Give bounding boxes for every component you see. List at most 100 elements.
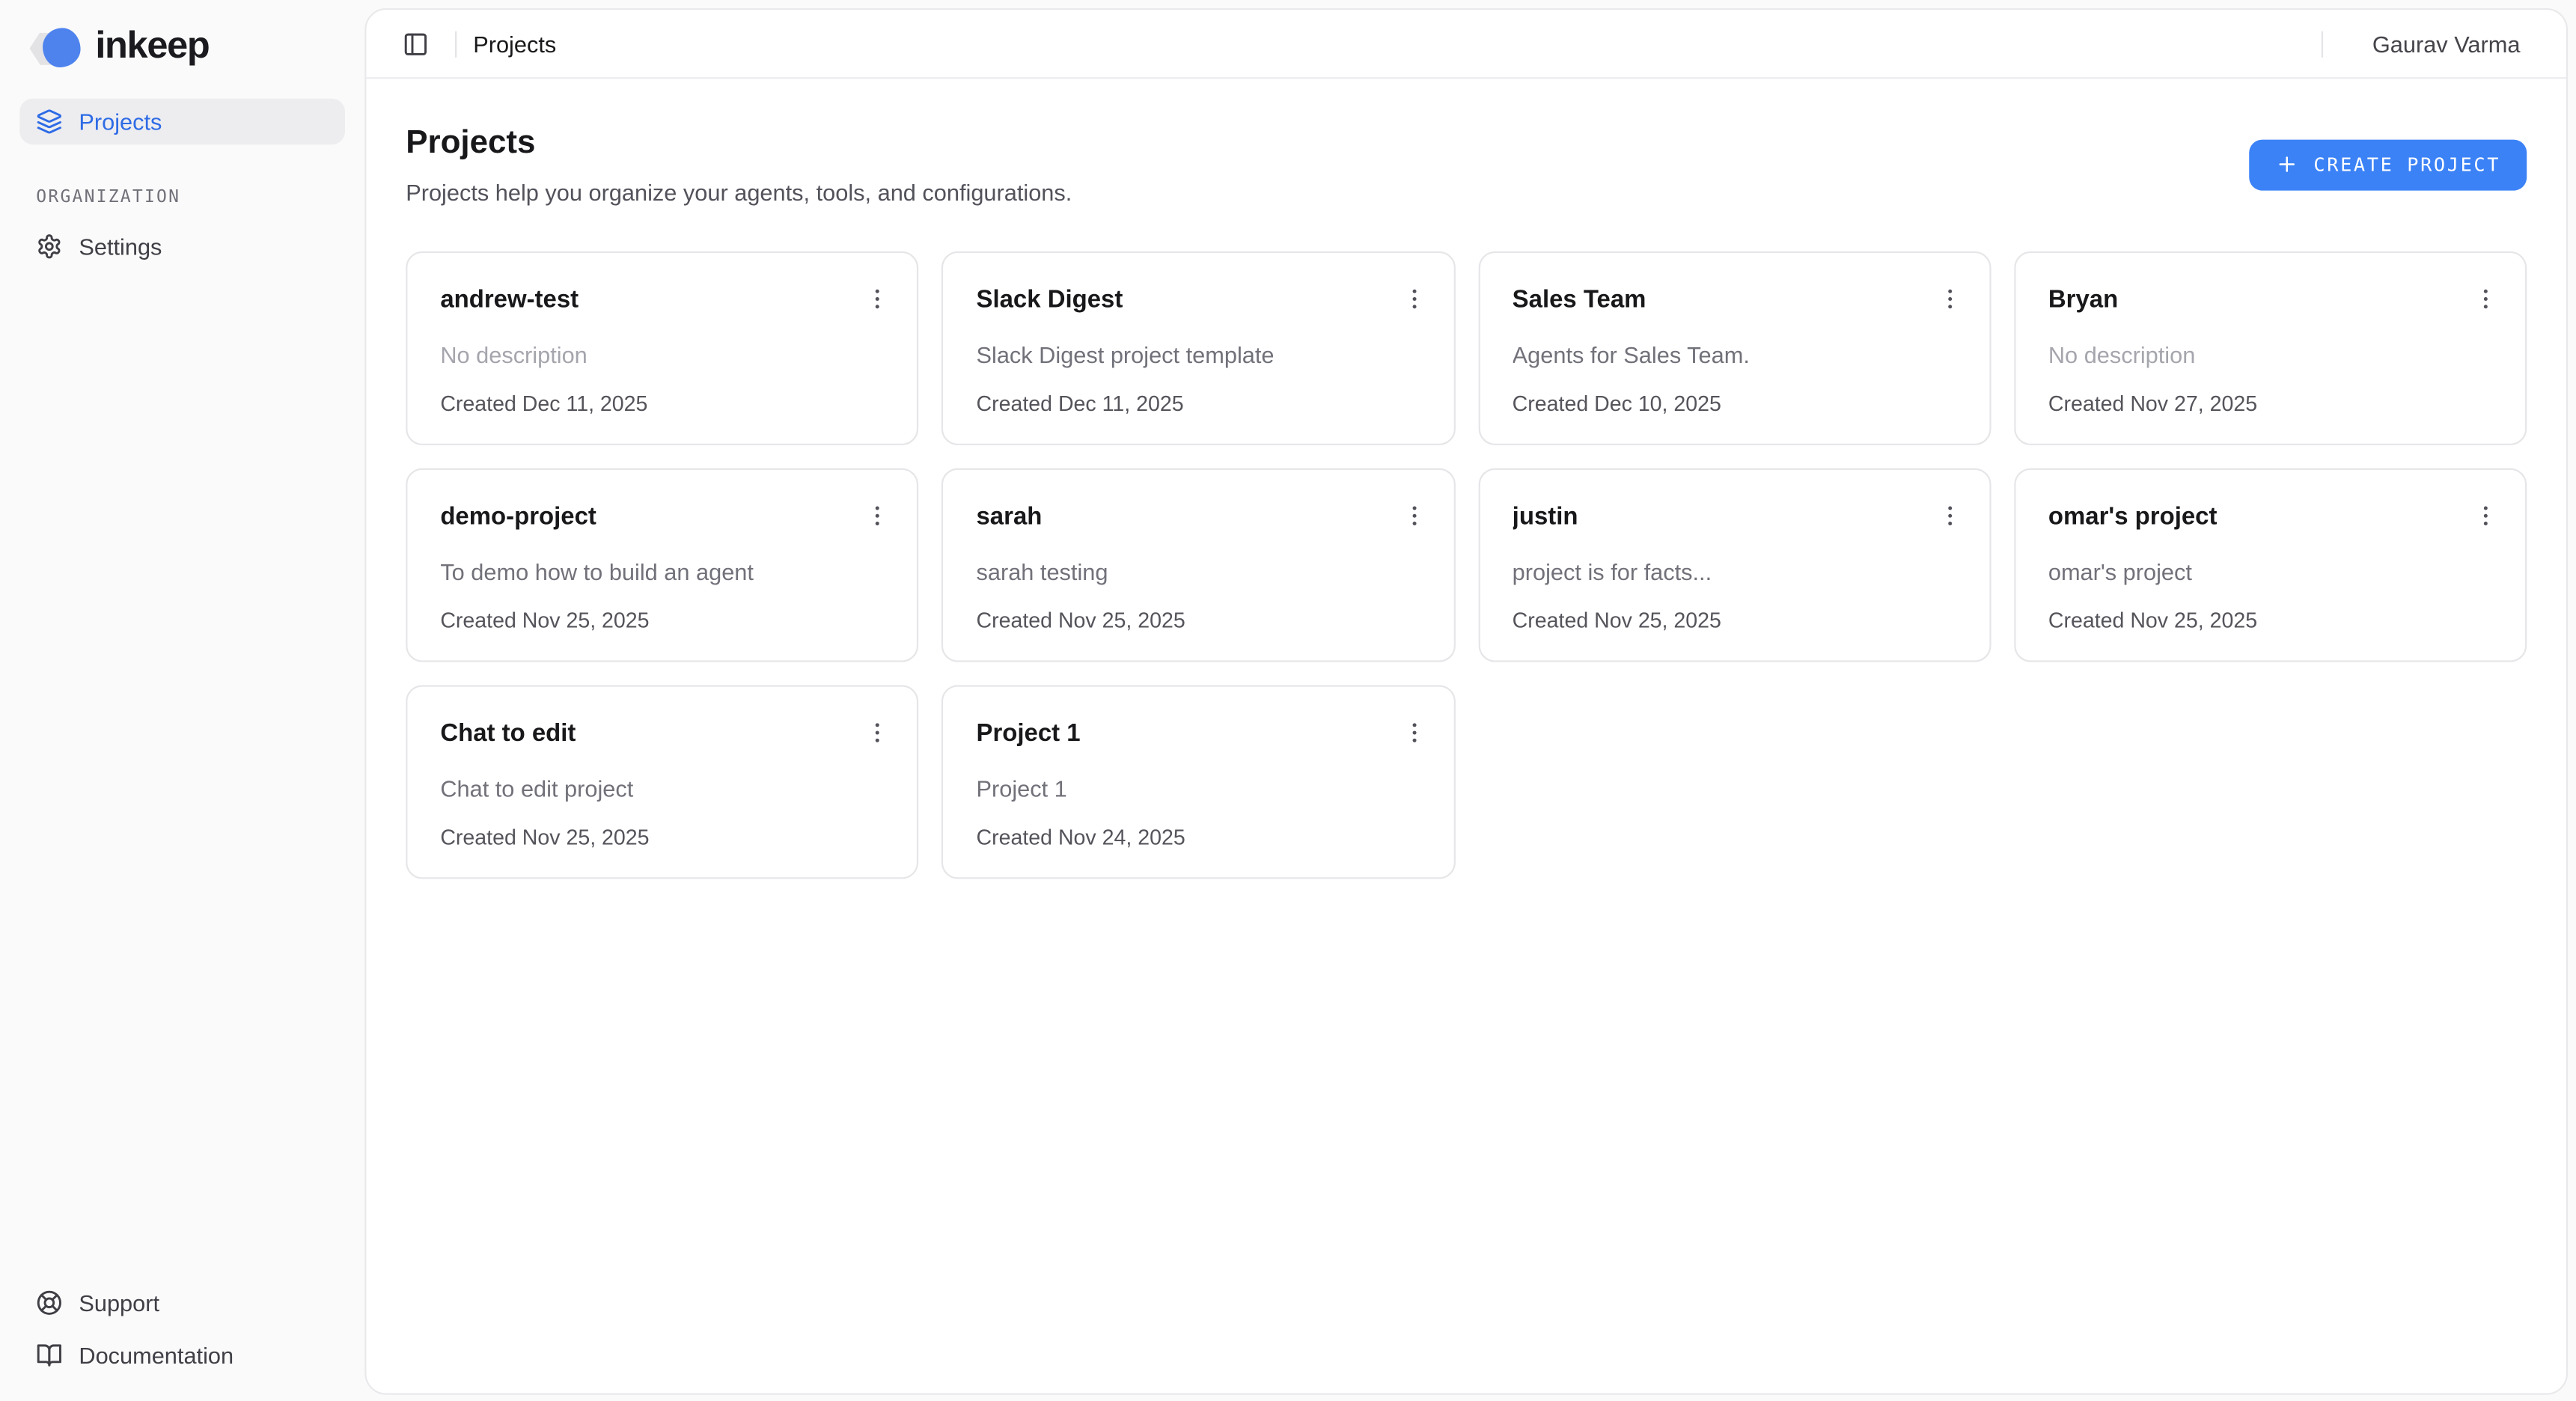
sidebar-section-label: ORGANIZATION: [0, 187, 364, 207]
project-created-date: Created Nov 25, 2025: [440, 606, 884, 636]
project-card[interactable]: andrew-test No description Created Dec 1…: [406, 251, 918, 445]
project-description: omar's project: [2048, 555, 2492, 588]
gear-icon: [36, 234, 62, 260]
project-created-date: Created Nov 25, 2025: [976, 606, 1420, 636]
sidebar-footer-nav: Support Documentation: [0, 1280, 364, 1401]
project-card[interactable]: Bryan No description Created Nov 27, 202…: [2014, 251, 2527, 445]
project-name: demo-project: [440, 501, 884, 534]
project-description: No description: [2048, 338, 2492, 371]
project-name: Chat to edit: [440, 718, 884, 751]
inkeep-logo-icon: [30, 27, 81, 68]
top-bar: Projects Gaurav Varma: [367, 10, 2566, 79]
sidebar-item-projects[interactable]: Projects: [19, 99, 345, 144]
sidebar-item-label: Projects: [79, 109, 162, 135]
app-root: inkeep Projects ORGANIZATION: [0, 0, 2576, 1401]
project-card[interactable]: demo-project To demo how to build an age…: [406, 468, 918, 662]
page-header-text: Projects Projects help you organize your…: [406, 120, 1072, 209]
kebab-menu-icon: [864, 503, 891, 529]
page-subtitle: Projects help you organize your agents, …: [406, 176, 1072, 209]
kebab-menu-icon: [2473, 503, 2499, 529]
project-description: project is for facts...: [1513, 555, 1956, 588]
project-card[interactable]: justin project is for facts... Created N…: [1478, 468, 1991, 662]
page-header: Projects Projects help you organize your…: [367, 79, 2566, 208]
project-name: omar's project: [2048, 501, 2492, 534]
project-created-date: Created Nov 25, 2025: [2048, 606, 2492, 636]
project-card[interactable]: Project 1 Project 1 Created Nov 24, 2025: [941, 685, 1454, 879]
project-description: Chat to edit project: [440, 772, 884, 805]
panel-left-icon: [403, 31, 429, 57]
kebab-menu-icon: [2473, 286, 2499, 312]
project-menu-button[interactable]: [2463, 276, 2509, 322]
sidebar-item-label: Settings: [79, 234, 162, 260]
kebab-menu-icon: [1400, 719, 1426, 745]
book-open-icon: [36, 1342, 62, 1368]
project-name: Sales Team: [1513, 284, 1956, 317]
project-name: Project 1: [976, 718, 1420, 751]
project-name: Bryan: [2048, 284, 2492, 317]
project-name: sarah: [976, 501, 1420, 534]
layers-icon: [36, 109, 62, 135]
project-menu-button[interactable]: [1926, 493, 1972, 539]
project-created-date: Created Nov 24, 2025: [976, 823, 1420, 853]
project-menu-button[interactable]: [1391, 493, 1436, 539]
sidebar: inkeep Projects ORGANIZATION: [0, 0, 364, 1401]
top-bar-right: Gaurav Varma: [2305, 31, 2540, 57]
project-menu-button[interactable]: [1926, 276, 1972, 322]
sidebar-item-label: Documentation: [79, 1342, 234, 1368]
project-description: sarah testing: [976, 555, 1420, 588]
sidebar-main-nav: Projects: [0, 85, 364, 144]
kebab-menu-icon: [1937, 286, 1963, 312]
kebab-menu-icon: [864, 719, 891, 745]
inkeep-logo: inkeep: [0, 0, 364, 85]
projects-grid: andrew-test No description Created Dec 1…: [367, 251, 2566, 879]
kebab-menu-icon: [1400, 286, 1426, 312]
project-card[interactable]: Slack Digest Slack Digest project templa…: [941, 251, 1454, 445]
project-menu-button[interactable]: [1391, 709, 1436, 755]
project-created-date: Created Nov 25, 2025: [1513, 606, 1956, 636]
page-title: Projects: [406, 120, 1072, 165]
sidebar-org-nav: Settings: [0, 207, 364, 269]
sidebar-item-settings[interactable]: Settings: [19, 224, 345, 269]
sidebar-toggle-button[interactable]: [393, 20, 439, 66]
project-description: To demo how to build an agent: [440, 555, 884, 588]
plus-icon: [2276, 153, 2299, 176]
project-created-date: Created Nov 25, 2025: [440, 823, 884, 853]
project-name: Slack Digest: [976, 284, 1420, 317]
create-project-button-label: CREATE PROJECT: [2313, 153, 2500, 176]
project-description: No description: [440, 338, 884, 371]
project-menu-button[interactable]: [855, 709, 900, 755]
project-created-date: Created Dec 11, 2025: [440, 389, 884, 419]
project-created-date: Created Dec 10, 2025: [1513, 389, 1956, 419]
kebab-menu-icon: [1937, 503, 1963, 529]
project-card[interactable]: Chat to edit Chat to edit project Create…: [406, 685, 918, 879]
project-description: Project 1: [976, 772, 1420, 805]
project-name: justin: [1513, 501, 1956, 534]
project-menu-button[interactable]: [1391, 276, 1436, 322]
project-description: Agents for Sales Team.: [1513, 338, 1956, 371]
kebab-menu-icon: [1400, 503, 1426, 529]
project-card[interactable]: Sales Team Agents for Sales Team. Create…: [1478, 251, 1991, 445]
project-description: Slack Digest project template: [976, 338, 1420, 371]
kebab-menu-icon: [864, 286, 891, 312]
project-menu-button[interactable]: [855, 276, 900, 322]
sidebar-item-label: Support: [79, 1289, 159, 1316]
sidebar-spacer: [0, 269, 364, 1280]
header-divider: [455, 31, 457, 57]
project-created-date: Created Dec 11, 2025: [976, 389, 1420, 419]
main-content: Projects Gaurav Varma Projects Projects …: [364, 8, 2568, 1395]
sidebar-item-documentation[interactable]: Documentation: [19, 1332, 345, 1378]
project-menu-button[interactable]: [2463, 493, 2509, 539]
sidebar-item-support[interactable]: Support: [19, 1280, 345, 1325]
project-card[interactable]: sarah sarah testing Created Nov 25, 2025: [941, 468, 1454, 662]
logo-blue-blob-shape: [43, 27, 80, 67]
project-created-date: Created Nov 27, 2025: [2048, 389, 2492, 419]
project-name: andrew-test: [440, 284, 884, 317]
project-card[interactable]: omar's project omar's project Created No…: [2014, 468, 2527, 662]
header-divider: [2322, 31, 2323, 57]
create-project-button[interactable]: CREATE PROJECT: [2250, 138, 2527, 189]
project-menu-button[interactable]: [855, 493, 900, 539]
breadcrumb: Projects: [473, 31, 556, 57]
user-menu-trigger[interactable]: Gaurav Varma: [2372, 31, 2540, 57]
logo-wordmark: inkeep: [95, 26, 209, 69]
life-buoy-icon: [36, 1289, 62, 1316]
